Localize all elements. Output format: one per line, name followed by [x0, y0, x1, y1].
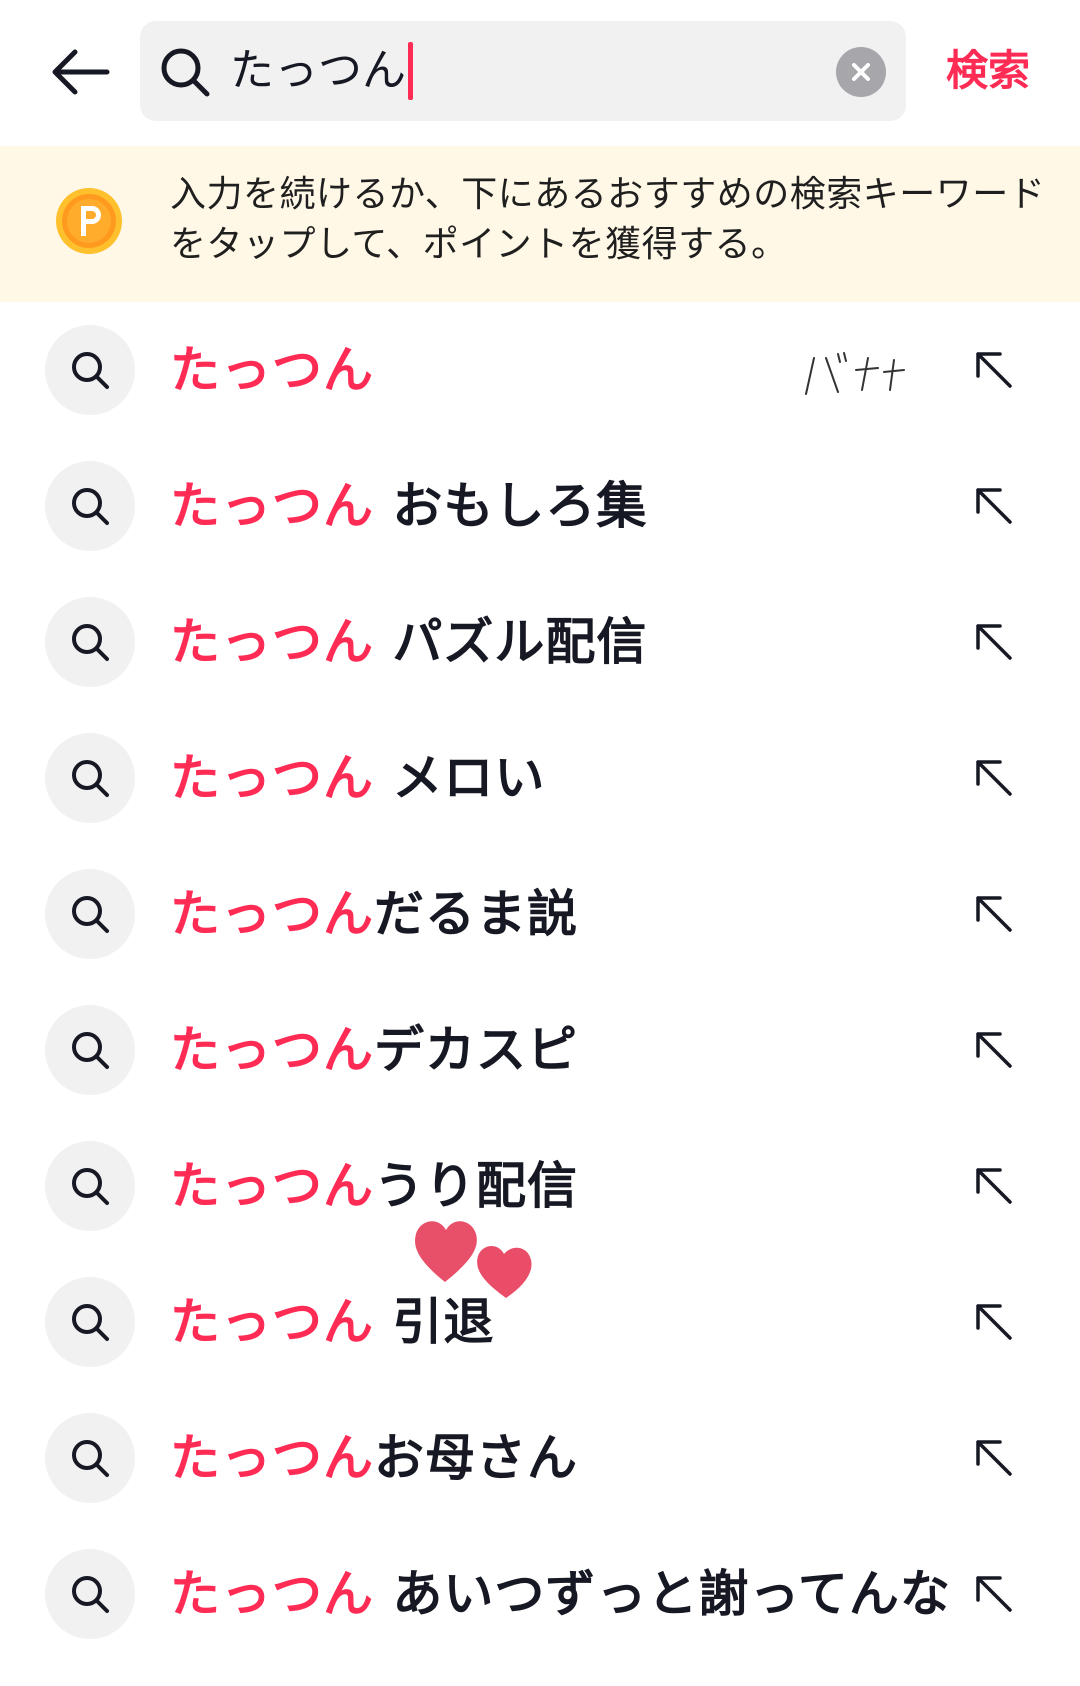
back-button[interactable]	[40, 36, 120, 108]
suggestion-text: たっつんお母さん	[170, 1420, 578, 1496]
points-coin-icon	[56, 188, 122, 254]
suggestion-highlight: たっつん	[170, 341, 374, 399]
suggestion-search-icon-circle	[45, 1141, 135, 1231]
suggestion-search-icon-circle	[45, 1549, 135, 1639]
search-icon	[72, 1304, 109, 1341]
top-bar: たっつん 検索	[0, 0, 1080, 146]
fill-query-arrow-icon[interactable]	[966, 1022, 1022, 1078]
suggestion-rest: デカスピ	[374, 1021, 578, 1079]
suggestion-highlight: たっつん	[170, 1429, 374, 1487]
fill-query-arrow-icon[interactable]	[966, 1294, 1022, 1350]
suggestion-highlight: たっつん	[170, 1021, 374, 1079]
clear-search-button[interactable]	[836, 47, 886, 97]
suggestion-text: たっつん パズル配信	[170, 604, 647, 680]
suggestion-item[interactable]: たっつん あいつずっと謝ってんな	[0, 1526, 1080, 1662]
suggestion-item[interactable]: たっつん パズル配信	[0, 574, 1080, 710]
text-cursor	[408, 42, 413, 100]
suggestion-highlight: たっつん	[170, 749, 374, 807]
search-icon	[72, 1032, 109, 1069]
fill-query-arrow-icon[interactable]	[966, 750, 1022, 806]
search-icon	[72, 352, 109, 389]
suggestion-search-icon-circle	[45, 461, 135, 551]
suggestion-highlight: たっつん	[170, 1157, 374, 1215]
search-icon	[161, 48, 210, 97]
search-icon	[72, 760, 109, 797]
fill-query-arrow-icon[interactable]	[966, 1430, 1022, 1486]
search-box[interactable]: たっつん	[140, 21, 906, 121]
suggestion-rest: あいつずっと謝ってんな	[374, 1565, 951, 1623]
search-icon	[72, 1168, 109, 1205]
suggestion-search-icon-circle	[45, 1005, 135, 1095]
suggestion-item[interactable]: たっつんデカスピ	[0, 982, 1080, 1118]
suggestion-rest: パズル配信	[374, 613, 648, 671]
fill-query-arrow-icon[interactable]	[966, 614, 1022, 670]
search-icon	[72, 896, 109, 933]
suggestion-highlight: たっつん	[170, 1565, 374, 1623]
suggestion-search-icon-circle	[45, 1277, 135, 1367]
suggestion-item[interactable]: たっつん おもしろ集	[0, 438, 1080, 574]
suggestion-text: たっつん メロい	[170, 740, 545, 816]
suggestion-rest: お母さん	[374, 1429, 578, 1487]
search-input[interactable]: たっつん	[230, 39, 770, 103]
search-query-text: たっつん	[230, 45, 406, 96]
suggestion-search-icon-circle	[45, 1413, 135, 1503]
search-submit-button[interactable]: 検索	[946, 36, 1066, 106]
suggestion-rest: だるま説	[374, 885, 578, 943]
suggestion-rest: うり配信	[374, 1157, 578, 1215]
close-icon	[852, 63, 870, 81]
suggestion-text: たっつんだるま説	[170, 876, 578, 952]
fill-query-arrow-icon[interactable]	[966, 478, 1022, 534]
suggestion-item[interactable]: たっつんお母さん	[0, 1390, 1080, 1526]
heart-sticker-icon	[415, 1221, 532, 1298]
suggestion-highlight: たっつん	[170, 613, 374, 671]
suggestion-search-icon-circle	[45, 733, 135, 823]
suggestion-search-icon-circle	[45, 325, 135, 415]
fill-query-arrow-icon[interactable]	[966, 886, 1022, 942]
suggestion-search-icon-circle	[45, 597, 135, 687]
suggestion-highlight: たっつん	[170, 477, 374, 535]
suggestion-highlight: たっつん	[170, 1293, 374, 1351]
points-banner: 入力を続けるか、下にあるおすすめの検索キーワードをタップして、ポイントを獲得する…	[0, 146, 1080, 302]
suggestion-search-icon-circle	[45, 869, 135, 959]
suggestion-item[interactable]: たっつん メロい	[0, 710, 1080, 846]
handwritten-note-doodle	[805, 352, 905, 395]
suggestion-item[interactable]: たっつん	[0, 302, 1080, 438]
search-icon	[72, 488, 109, 525]
fill-query-arrow-icon[interactable]	[966, 1158, 1022, 1214]
fill-query-arrow-icon[interactable]	[966, 342, 1022, 398]
points-banner-text: 入力を続けるか、下にあるおすすめの検索キーワードをタップして、ポイントを獲得する…	[170, 174, 1046, 265]
search-icon	[72, 1440, 109, 1477]
search-icon	[72, 1576, 109, 1613]
suggestion-rest: メロい	[374, 749, 546, 807]
fill-query-arrow-icon[interactable]	[966, 1566, 1022, 1622]
suggestion-item[interactable]: たっつんだるま説	[0, 846, 1080, 982]
suggestion-text: たっつん おもしろ集	[170, 468, 647, 544]
suggestion-text: たっつん	[170, 332, 374, 408]
suggestion-text: たっつんデカスピ	[170, 1012, 578, 1088]
suggestion-rest: おもしろ集	[374, 477, 648, 535]
search-icon	[72, 624, 109, 661]
suggestion-text: たっつん あいつずっと謝ってんな	[170, 1556, 951, 1632]
suggestion-highlight: たっつん	[170, 885, 374, 943]
arrow-left-icon	[52, 49, 110, 95]
